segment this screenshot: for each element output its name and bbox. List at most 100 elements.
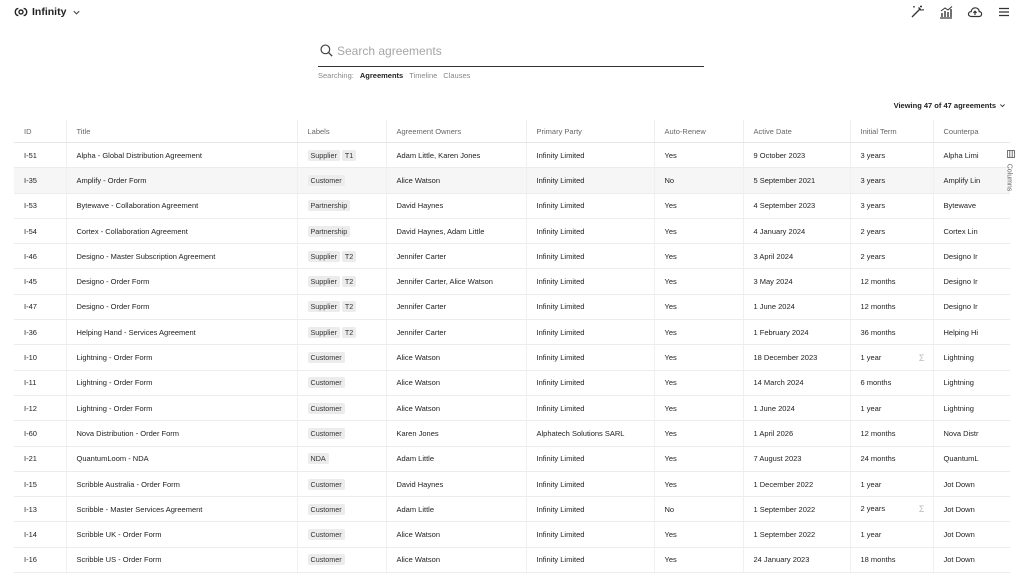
table-row[interactable]: I-35 Amplify - Order Form Customer Alice Wa…	[14, 167, 1010, 194]
sum-icon: Σ	[918, 352, 925, 363]
column-header-title[interactable]: Title	[66, 120, 298, 143]
table-row[interactable]: I-54 Cortex - Collaboration Agreement Part…	[14, 218, 1010, 245]
cell-primary-party-text: Infinity Limited	[536, 479, 585, 489]
cell-auto-renew-text: Yes	[664, 378, 677, 388]
column-header-id[interactable]: ID	[14, 120, 67, 143]
cell-title: Lightning - Order Form	[66, 370, 298, 396]
cell-primary-party-text: Infinity Limited	[536, 201, 585, 211]
label-chip: Customer	[307, 352, 345, 364]
cell-title-text: Designo - Master Subscription Agreement	[76, 251, 216, 261]
table-row[interactable]: I-60 Nova Distribution - Order Form Custom…	[14, 420, 1010, 447]
table-row[interactable]: I-47 Designo - Order Form Supplier T2 Jennif…	[14, 294, 1010, 321]
cell-initial-term-text: 12 months	[860, 277, 896, 287]
cell-id-text: I-46	[24, 251, 37, 261]
cell-active-date: 4 January 2024	[743, 218, 851, 245]
cell-owners: Jennifer Carter	[386, 243, 527, 270]
table-row[interactable]: I-36 Helping Hand - Services Agreement Sup…	[14, 319, 1010, 346]
cell-primary-party-text: Infinity Limited	[536, 403, 585, 413]
cell-auto-renew-text: Yes	[664, 353, 677, 363]
cell-title-text: Bytewave - Collaboration Agreement	[76, 201, 199, 211]
cell-primary-party-text: Infinity Limited	[536, 353, 585, 363]
cell-active-date: 1 December 2022	[743, 471, 851, 498]
cell-owners-text: Alice Watson	[396, 378, 441, 388]
column-header-counterparty[interactable]: Counterpa	[933, 120, 1010, 143]
table-row[interactable]: I-10 Lightning - Order Form Customer Alice …	[14, 344, 1010, 371]
menu-icon[interactable]	[996, 4, 1012, 20]
table-row[interactable]: I-51 Alpha - Global Distribution Agreemen…	[14, 142, 1010, 169]
bar-chart-icon[interactable]	[938, 4, 954, 20]
column-header-primary-party[interactable]: Primary Party	[526, 120, 655, 143]
cell-owners: Alice Watson	[386, 521, 527, 548]
label-chip: Partnership	[307, 225, 351, 237]
columns-panel-toggle[interactable]: Columns	[1005, 150, 1019, 196]
cell-primary-party: Infinity Limited	[526, 218, 655, 245]
table-row[interactable]: I-13 Scribble - Master Services Agreement…	[14, 496, 1010, 523]
cloud-upload-icon[interactable]	[967, 4, 983, 20]
cell-auto-renew: Yes	[654, 521, 744, 548]
cell-owners-text: Alice Watson	[396, 175, 441, 185]
cell-title-text: Lightning - Order Form	[76, 403, 153, 413]
column-header-active-date[interactable]: Active Date	[743, 120, 851, 143]
table-row[interactable]: I-21 QuantumLoom - NDA NDA Adam Little Infin…	[14, 446, 1010, 472]
cell-initial-term-text: 1 year	[860, 530, 882, 540]
cell-labels: Supplier T2	[297, 319, 387, 346]
viewing-count-dropdown[interactable]: Viewing 47 of 47 agreements	[894, 101, 1006, 110]
cell-active-date-text: 1 June 2024	[753, 302, 795, 312]
cell-owners-text: Adam Little	[396, 454, 435, 464]
column-header-labels[interactable]: Labels	[297, 120, 387, 143]
cell-auto-renew: Yes	[654, 370, 744, 396]
cell-id-text: I-15	[24, 479, 37, 489]
magic-wand-icon[interactable]	[909, 4, 925, 20]
table-row[interactable]: I-46 Designo - Master Subscription Agreem…	[14, 243, 1010, 270]
cell-owners-text: Alice Watson	[396, 353, 441, 363]
cell-primary-party: Infinity Limited	[526, 370, 655, 396]
column-header-owners[interactable]: Agreement Owners	[386, 120, 527, 143]
table-row[interactable]: I-53 Bytewave - Collaboration Agreement Pa…	[14, 193, 1010, 219]
cell-counterparty-text: Lightning	[943, 353, 974, 363]
cell-initial-term: 2 years Σ	[850, 496, 934, 523]
cell-owners-text: Adam Little, Karen Jones	[396, 150, 481, 160]
cell-primary-party: Infinity Limited	[526, 294, 655, 321]
label-chip: Customer	[307, 377, 345, 389]
cell-title-text: Designo - Order Form	[76, 302, 150, 312]
cell-active-date-text: 1 September 2022	[753, 530, 816, 540]
table-row[interactable]: I-45 Designo - Order Form Supplier T2 Jennif…	[14, 268, 1010, 295]
cell-owners-text: David Haynes	[396, 201, 444, 211]
cell-labels: Customer	[297, 344, 387, 371]
search-input[interactable]	[337, 42, 697, 60]
scope-clauses[interactable]: Clauses	[443, 71, 470, 80]
cell-counterparty-text: Jot Down	[943, 555, 975, 565]
cell-auto-renew: Yes	[654, 471, 744, 498]
cell-labels: Partnership	[297, 193, 387, 219]
cell-initial-term-text: 12 months	[860, 302, 896, 312]
label-chip: Customer	[307, 503, 345, 515]
cell-active-date-text: 3 April 2024	[753, 251, 794, 261]
cell-labels: Supplier T2	[297, 243, 387, 270]
cell-counterparty: Jot Down	[933, 496, 1010, 523]
cell-initial-term: 36 months	[850, 319, 934, 346]
cell-active-date: 18 December 2023	[743, 344, 851, 371]
table-row[interactable]: I-11 Lightning - Order Form Customer Alice …	[14, 370, 1010, 396]
cell-auto-renew: Yes	[654, 395, 744, 422]
scope-timeline[interactable]: Timeline	[409, 71, 437, 80]
table-row[interactable]: I-12 Lightning - Order Form Customer Alice …	[14, 395, 1010, 422]
cell-id-text: I-14	[24, 530, 37, 540]
table-row[interactable]: I-16 Scribble US - Order Form Customer Alic…	[14, 547, 1010, 574]
cell-title: Scribble US - Order Form	[66, 547, 298, 574]
table-row[interactable]: I-14 Scribble UK - Order Form Customer Alic…	[14, 521, 1010, 548]
cell-primary-party-text: Alphatech Solutions SARL	[536, 428, 625, 438]
cell-auto-renew-text: Yes	[664, 150, 677, 160]
cell-counterparty-text: Bytewave	[943, 201, 977, 211]
cell-title: Bytewave - Collaboration Agreement	[66, 193, 298, 219]
workspace-switcher[interactable]: Infinity	[14, 5, 81, 19]
cell-labels: Customer	[297, 167, 387, 194]
cell-active-date: 1 June 2024	[743, 294, 851, 321]
cell-owners: David Haynes	[386, 193, 527, 219]
cell-auto-renew-text: Yes	[664, 201, 677, 211]
column-header-initial-term[interactable]: Initial Term	[850, 120, 934, 143]
scope-agreements[interactable]: Agreements	[360, 71, 403, 80]
cell-counterparty: Bytewave	[933, 193, 1010, 219]
column-header-auto-renew[interactable]: Auto-Renew	[654, 120, 744, 143]
cell-counterparty: Jot Down	[933, 471, 1010, 498]
table-row[interactable]: I-15 Scribble Australia - Order Form Custo…	[14, 471, 1010, 498]
